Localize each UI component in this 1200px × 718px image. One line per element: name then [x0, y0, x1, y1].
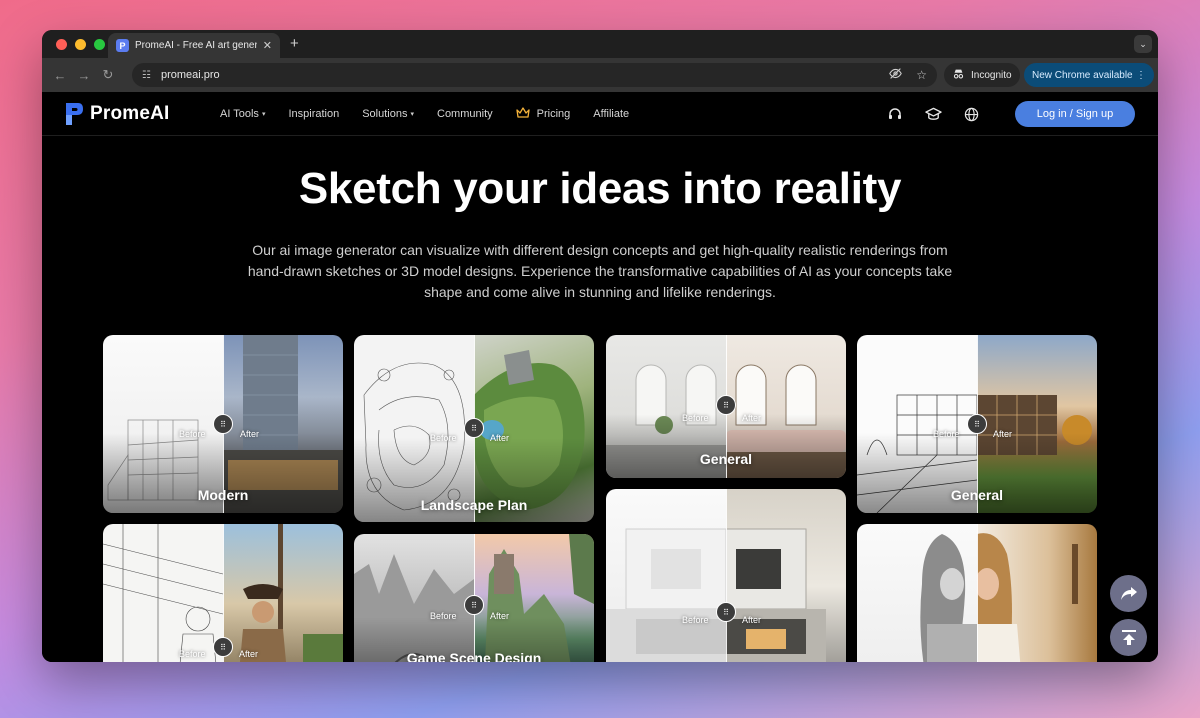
page-content: PromeAI AI Tools ▾ Inspiration Solutions ▾…	[42, 92, 1158, 662]
before-label: Before	[179, 429, 206, 439]
window-controls	[56, 39, 105, 50]
tab-search-icon[interactable]: ⌄	[1134, 35, 1152, 53]
gallery-card-portrait[interactable]	[857, 524, 1097, 662]
before-label: Before	[430, 611, 457, 621]
nav-solutions-label: Solutions	[362, 108, 408, 120]
card-title: Game Scene Design	[406, 650, 542, 662]
hero-description: Our ai image generator can visualize wit…	[247, 242, 953, 300]
compare-divider	[726, 489, 727, 662]
card-title: Modern	[197, 487, 249, 503]
after-label: After	[239, 649, 259, 659]
back-icon[interactable]: ←	[48, 68, 72, 83]
graduation-cap-icon[interactable]	[924, 105, 942, 123]
after-label: After	[993, 429, 1013, 439]
compare-divider	[977, 524, 978, 662]
nav-ai-tools-label: AI Tools	[220, 108, 259, 120]
new-chrome-button[interactable]: New Chrome available ⋮	[1024, 63, 1154, 87]
nav-pricing[interactable]: Pricing	[515, 106, 571, 122]
tab-title: PromeAI - Free AI art generat	[135, 40, 257, 51]
gallery-card-general-building[interactable]: ⠿ Before After General	[857, 335, 1097, 513]
after-label: After	[742, 413, 762, 423]
after-image	[725, 489, 846, 662]
tab-strip: P PromeAI - Free AI art generat ✕ + ⌄	[42, 30, 1158, 58]
gallery-card-modern-house[interactable]: ⠿ Before After	[606, 489, 846, 662]
card-title: Landscape Plan	[420, 497, 528, 513]
before-label: Before	[430, 433, 457, 443]
before-image	[857, 524, 977, 662]
chevron-down-icon: ▾	[261, 111, 266, 118]
after-label: After	[490, 433, 510, 443]
compare-handle-icon[interactable]: ⠿	[716, 602, 736, 622]
brand-name: PromeAI	[90, 103, 170, 124]
before-image	[103, 524, 224, 662]
before-label: Before	[682, 615, 709, 625]
headset-icon[interactable]	[886, 105, 904, 123]
new-tab-icon[interactable]: +	[290, 35, 299, 52]
before-image	[606, 489, 727, 662]
after-label: After	[490, 611, 510, 621]
incognito-icon	[952, 68, 965, 82]
more-menu-icon[interactable]: ⋮	[1136, 70, 1146, 81]
nav-affiliate[interactable]: Affiliate	[593, 108, 629, 120]
after-label: After	[240, 429, 260, 439]
globe-icon[interactable]	[962, 105, 980, 123]
favicon-icon: P	[116, 39, 129, 52]
crown-icon	[515, 106, 530, 122]
new-chrome-label: New Chrome available	[1032, 69, 1133, 81]
brand-logo[interactable]: PromeAI	[64, 101, 170, 127]
card-title: General	[699, 451, 753, 467]
before-label: Before	[179, 649, 206, 659]
compare-handle-icon[interactable]: ⠿	[464, 595, 484, 615]
login-signup-button[interactable]: Log in / Sign up	[1015, 101, 1135, 127]
site-info-icon[interactable]: ☷	[142, 70, 151, 81]
compare-handle-icon[interactable]: ⠿	[213, 414, 233, 434]
share-icon[interactable]	[1110, 575, 1147, 612]
compare-handle-icon[interactable]: ⠿	[464, 418, 484, 438]
nav-solutions[interactable]: Solutions ▾	[362, 108, 414, 120]
browser-window: P PromeAI - Free AI art generat ✕ + ⌄ ← …	[42, 30, 1158, 662]
gallery-card-modern[interactable]: ⠿ Before After Modern	[103, 335, 343, 513]
after-label: After	[742, 615, 762, 625]
main-nav: AI Tools ▾ Inspiration Solutions ▾ Communi…	[220, 92, 652, 136]
nav-ai-tools[interactable]: AI Tools ▾	[220, 108, 265, 120]
gallery-card-landscape-plan[interactable]: ⠿ Before After Landscape Plan	[354, 335, 594, 522]
gallery-card-game-scene[interactable]: ⠿ Before After Game Scene Design	[354, 534, 594, 662]
back-to-top-icon[interactable]	[1110, 619, 1147, 656]
incognito-badge[interactable]: Incognito	[944, 63, 1020, 87]
tab-close-icon[interactable]: ✕	[263, 39, 272, 52]
chevron-down-icon: ▾	[410, 111, 414, 118]
after-image	[975, 524, 1097, 662]
maximize-window-button[interactable]	[94, 39, 105, 50]
browser-toolbar: ← → ↻ ☷ promeai.pro ☆ Incognito New Chro…	[42, 58, 1158, 92]
nav-inspiration[interactable]: Inspiration	[288, 108, 339, 120]
address-bar[interactable]: ☷ promeai.pro ☆	[132, 63, 937, 87]
gallery-card-general-interior[interactable]: ⠿ Before After General	[606, 335, 846, 478]
compare-handle-icon[interactable]: ⠿	[213, 637, 233, 657]
gallery-card-pirate[interactable]: ⠿ Before After	[103, 524, 343, 662]
nav-community[interactable]: Community	[437, 108, 493, 120]
nav-pricing-label: Pricing	[536, 108, 571, 120]
header-icons	[886, 92, 980, 136]
page-title: Sketch your ideas into reality	[298, 164, 902, 213]
close-window-button[interactable]	[56, 39, 67, 50]
incognito-label: Incognito	[971, 69, 1012, 81]
before-label: Before	[682, 413, 709, 423]
forward-icon[interactable]: →	[72, 68, 96, 83]
browser-tab[interactable]: P PromeAI - Free AI art generat ✕	[108, 33, 280, 58]
site-header: PromeAI AI Tools ▾ Inspiration Solutions ▾…	[42, 92, 1158, 136]
url-text[interactable]: promeai.pro	[161, 69, 875, 81]
after-image	[223, 524, 343, 662]
before-label: Before	[933, 429, 960, 439]
minimize-window-button[interactable]	[75, 39, 86, 50]
bookmark-star-icon[interactable]: ☆	[916, 68, 927, 82]
promeai-logo-icon	[64, 101, 84, 127]
card-title: General	[950, 487, 1004, 503]
eye-off-icon[interactable]	[889, 67, 903, 83]
compare-handle-icon[interactable]: ⠿	[967, 414, 987, 434]
compare-handle-icon[interactable]: ⠿	[716, 395, 736, 415]
reload-icon[interactable]: ↻	[96, 67, 120, 83]
